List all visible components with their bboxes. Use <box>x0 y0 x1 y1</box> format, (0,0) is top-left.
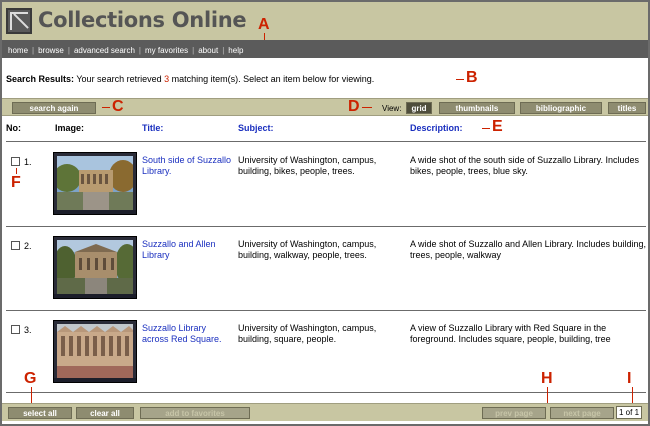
marker-f: F <box>11 174 21 191</box>
row-1-subject: University of Washington, campus, buildi… <box>238 155 377 176</box>
marker-b: B <box>466 69 478 86</box>
bottom-toolbar: select all clear all add to favorites pr… <box>2 403 648 421</box>
column-header-subject[interactable]: Subject: <box>238 123 274 133</box>
view-titles-button[interactable]: titles <box>608 102 646 114</box>
row-3-thumbnail[interactable] <box>53 320 137 383</box>
row-1-description: A wide shot of the south side of Suzzall… <box>410 155 639 176</box>
marker-d: D <box>348 98 360 115</box>
search-results-summary: Search Results: Your search retrieved 3 … <box>6 74 374 84</box>
row-number: 2. <box>24 241 32 251</box>
nav-separator: | <box>67 46 70 55</box>
search-results-text-after: matching item(s). Select an item below f… <box>171 74 375 84</box>
page-indicator: 1 of 1 <box>616 406 643 419</box>
search-results-label: Search Results: <box>6 74 75 84</box>
marker-e-line <box>482 128 490 129</box>
view-toolbar: search again View: grid thumbnails bibli… <box>2 98 648 116</box>
row-2-checkbox[interactable] <box>11 241 20 250</box>
marker-h-line <box>547 387 548 403</box>
page-frame: Collections Online A home | browse | advance… <box>2 2 648 424</box>
row-3-title-link[interactable]: Suzzallo Library across Red Square. <box>142 323 234 345</box>
next-page-button[interactable]: next page <box>550 407 614 419</box>
list-bottom-divider <box>6 392 646 393</box>
nav-home[interactable]: home <box>8 46 28 55</box>
nav-separator: | <box>222 46 225 55</box>
site-title: Collections Online <box>38 8 247 32</box>
nav-about[interactable]: about <box>198 46 218 55</box>
search-results-text-before: Your search retrieved <box>76 74 162 84</box>
row-divider <box>6 226 646 227</box>
site-header: Collections Online <box>2 2 648 40</box>
row-number: 3. <box>24 325 32 335</box>
marker-i-line <box>632 387 633 403</box>
row-2-subject: University of Washington, campus, buildi… <box>238 239 377 260</box>
marker-b-line <box>456 79 464 80</box>
nav-advanced-search[interactable]: advanced search <box>74 46 135 55</box>
row-2-thumbnail[interactable] <box>53 236 137 299</box>
nav-browse[interactable]: browse <box>38 46 64 55</box>
suzzallo-south-photo <box>57 156 133 211</box>
marker-f-line <box>16 168 17 174</box>
row-3-checkbox[interactable] <box>11 325 20 334</box>
view-grid-button[interactable]: grid <box>406 102 432 114</box>
row-3-subject: University of Washington, campus, buildi… <box>238 323 377 344</box>
marker-e: E <box>492 118 503 135</box>
row-3-description: A view of Suzzallo Library with Red Squa… <box>410 323 611 344</box>
add-to-favorites-button[interactable]: add to favorites <box>140 407 250 419</box>
row-number: 1. <box>24 157 32 167</box>
red-square-photo <box>57 324 133 379</box>
view-thumbnails-button[interactable]: thumbnails <box>439 102 515 114</box>
main-nav: home | browse | advanced search | my favorites… <box>2 40 648 58</box>
row-divider <box>6 310 646 311</box>
suzzallo-allen-photo <box>57 240 133 295</box>
marker-c: C <box>112 98 124 115</box>
marker-d-line <box>362 107 372 108</box>
column-header-no: No: <box>6 123 21 133</box>
column-header-description[interactable]: Description: <box>410 123 463 133</box>
column-header-image: Image: <box>55 123 85 133</box>
marker-g-line <box>31 387 32 403</box>
nav-my-favorites[interactable]: my favorites <box>145 46 188 55</box>
row-1-thumbnail[interactable] <box>53 152 137 215</box>
marker-g: G <box>24 370 37 387</box>
row-2-description: A wide shot of Suzzallo and Allen Librar… <box>410 239 646 260</box>
view-label: View: <box>382 104 402 113</box>
marker-a: A <box>258 16 270 33</box>
search-again-button[interactable]: search again <box>12 102 96 114</box>
prev-page-button[interactable]: prev page <box>482 407 546 419</box>
row-1-checkbox[interactable] <box>11 157 20 166</box>
nav-separator: | <box>32 46 35 55</box>
marker-c-line <box>102 107 110 108</box>
header-divider <box>6 141 646 142</box>
nav-separator: | <box>192 46 195 55</box>
clear-all-button[interactable]: clear all <box>76 407 134 419</box>
logo-icon <box>6 8 32 34</box>
marker-i: I <box>627 370 632 387</box>
view-bibliographic-button[interactable]: bibliographic <box>520 102 602 114</box>
marker-h: H <box>541 370 553 387</box>
nav-separator: | <box>138 46 141 55</box>
row-2-title-link[interactable]: Suzzallo and Allen Library <box>142 239 234 261</box>
column-header-title[interactable]: Title: <box>142 123 163 133</box>
search-results-count: 3 <box>164 74 170 84</box>
select-all-button[interactable]: select all <box>8 407 72 419</box>
nav-help[interactable]: help <box>228 46 243 55</box>
row-1-title-link[interactable]: South side of Suzzallo Library. <box>142 155 234 177</box>
